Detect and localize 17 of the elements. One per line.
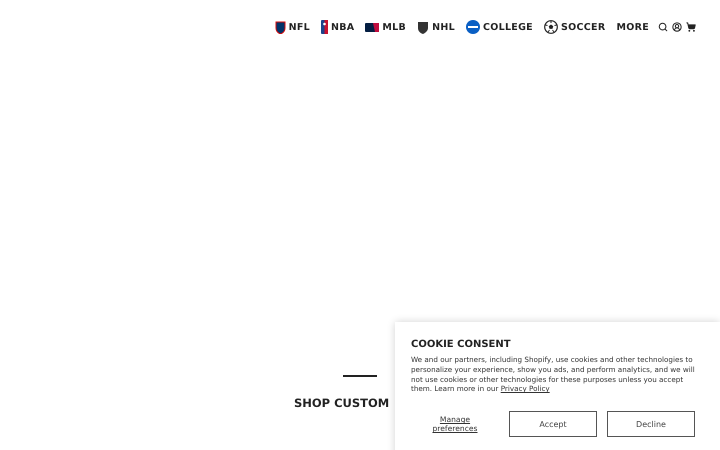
nav-link[interactable]: MLB bbox=[365, 22, 406, 32]
shield-icon bbox=[417, 20, 430, 34]
nav-link[interactable]: NFL bbox=[274, 20, 310, 34]
account-icon[interactable] bbox=[672, 22, 682, 32]
soccer-ball-icon bbox=[544, 20, 558, 34]
consent-button[interactable]: Decline bbox=[607, 411, 695, 438]
nav-link[interactable]: NBA bbox=[320, 20, 354, 34]
cookie-title: COOKIE CONSENT bbox=[411, 339, 512, 350]
section-heading: SHOP CUSTOM bbox=[294, 396, 390, 410]
nav-link[interactable]: NHL bbox=[417, 20, 455, 34]
shield-icon bbox=[274, 20, 286, 34]
nav-link[interactable]: COLLEGE bbox=[466, 20, 533, 34]
cart-icon[interactable] bbox=[686, 22, 696, 32]
nav-link[interactable]: SOCCER bbox=[544, 20, 606, 34]
nav-link[interactable]: MORE bbox=[616, 22, 649, 32]
consent-button[interactable]: Accept bbox=[509, 411, 597, 438]
search-icon[interactable] bbox=[658, 22, 668, 32]
